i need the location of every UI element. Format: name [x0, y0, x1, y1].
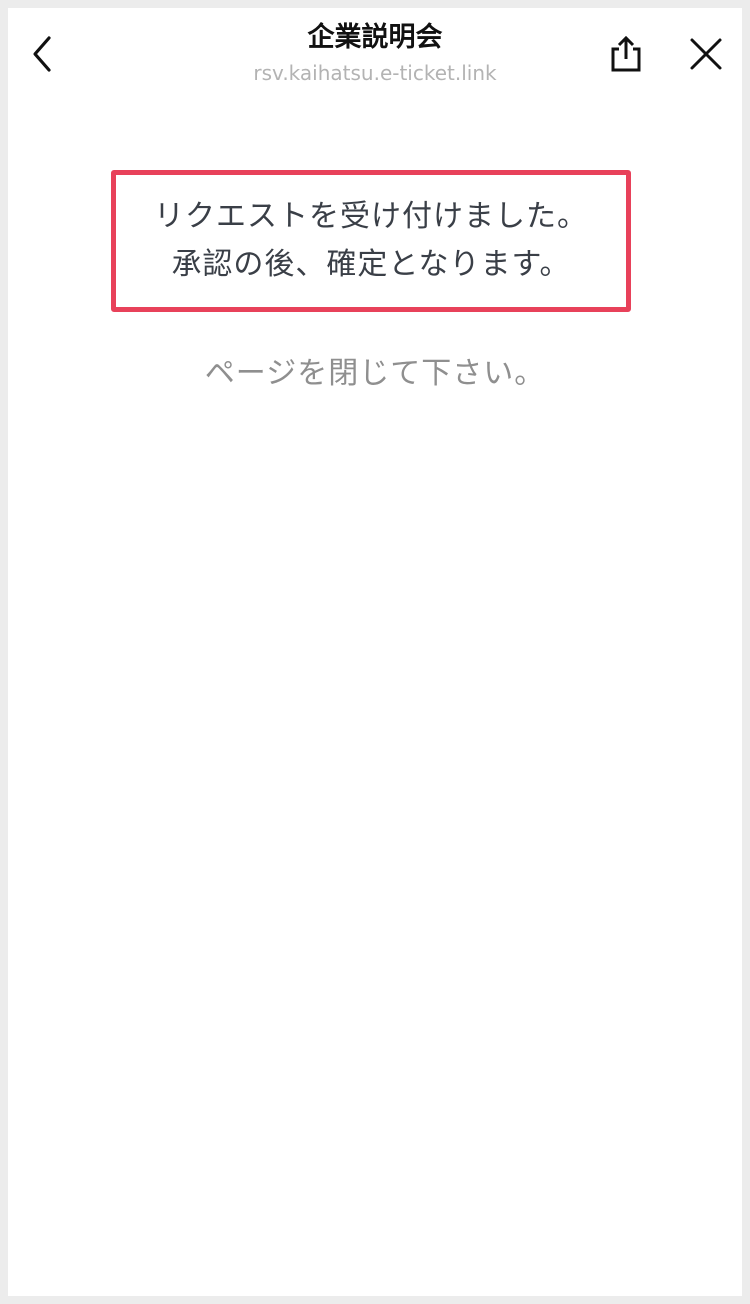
close-page-message: ページを閉じて下さい。	[204, 356, 546, 391]
share-button[interactable]	[602, 30, 650, 78]
webview-frame: 企業説明会 rsv.kaihatsu.e-ticket.link リクエストを受…	[8, 8, 742, 1296]
request-received-notice: リクエストを受け付けました。 承認の後、確定となります。	[111, 170, 631, 312]
webview-header: 企業説明会 rsv.kaihatsu.e-ticket.link	[8, 8, 742, 104]
close-button[interactable]	[682, 30, 730, 78]
share-icon	[611, 35, 641, 72]
close-icon	[690, 38, 722, 70]
notice-line-1: リクエストを受け付けました。	[154, 199, 588, 234]
notice-line-2: 承認の後、確定となります。	[171, 247, 571, 282]
